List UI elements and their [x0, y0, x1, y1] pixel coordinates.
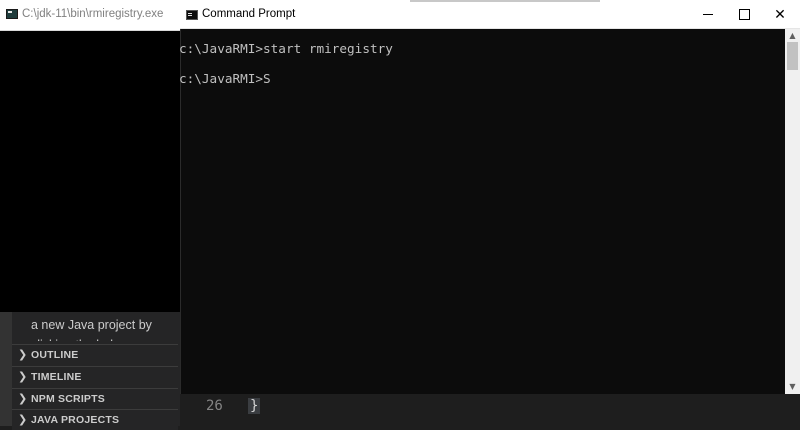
maximize-icon [738, 9, 750, 20]
rmiregistry-window-title: C:\jdk-11\bin\rmiregistry.exe [22, 8, 164, 20]
sidebar-section-java-projects[interactable]: ❯ JAVA PROJECTS [12, 409, 178, 430]
console-icon [6, 9, 18, 19]
rmiregistry-window [0, 0, 182, 312]
line-number: 26 [206, 398, 223, 414]
command-prompt-title: Command Prompt [202, 8, 296, 20]
section-label: OUTLINE [31, 349, 79, 361]
cmd-icon [186, 10, 198, 20]
close-button[interactable]: ✕ [762, 0, 798, 29]
chevron-right-icon: ❯ [18, 413, 28, 426]
section-label: TIMELINE [31, 371, 82, 383]
vertical-scrollbar[interactable] [785, 29, 800, 394]
section-label: JAVA PROJECTS [31, 414, 120, 426]
console-output[interactable]: c:\JavaRMI>start rmiregistry c:\JavaRMI>… [179, 41, 393, 101]
sidebar-section-npm-scripts[interactable]: ❯ NPM SCRIPTS [12, 388, 178, 409]
java-projects-welcome-text: a new Java project by clicking the below [31, 318, 152, 341]
minimize-icon [703, 14, 713, 15]
maximize-button[interactable] [726, 0, 762, 29]
sidebar-section-timeline[interactable]: ❯ TIMELINE [12, 366, 178, 387]
scroll-up-arrow-icon[interactable]: ▲ [785, 29, 800, 41]
chevron-right-icon: ❯ [18, 348, 28, 361]
titlebar-divider [410, 0, 600, 2]
chevron-right-icon: ❯ [18, 370, 28, 383]
code-line[interactable]: } [248, 398, 261, 414]
activity-bar [0, 312, 12, 426]
console-line: c:\JavaRMI>start rmiregistry [179, 41, 393, 56]
scrollbar-thumb[interactable] [787, 42, 798, 70]
scroll-down-arrow-icon[interactable]: ▼ [785, 380, 800, 392]
chevron-right-icon: ❯ [18, 392, 28, 405]
section-label: NPM SCRIPTS [31, 393, 105, 405]
console-line: c:\JavaRMI>S [179, 71, 271, 86]
editor-area[interactable] [180, 394, 800, 426]
minimize-button[interactable] [690, 0, 726, 29]
sidebar-section-outline[interactable]: ❯ OUTLINE [12, 344, 178, 365]
close-icon: ✕ [774, 6, 786, 23]
